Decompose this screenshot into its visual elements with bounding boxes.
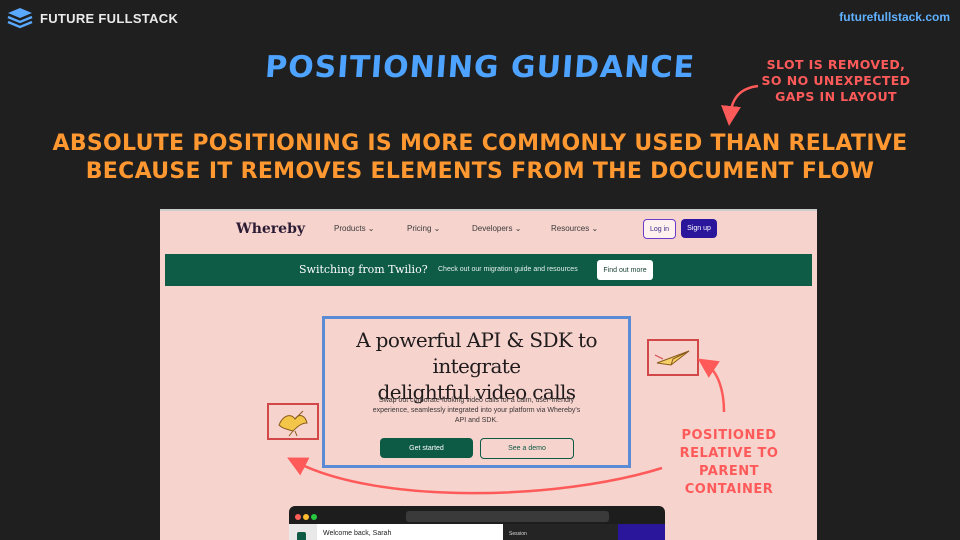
annotation-arrows <box>287 84 759 495</box>
arrow-icon <box>697 358 726 413</box>
arrow-icon <box>287 457 663 495</box>
arrow-icon <box>721 84 759 126</box>
